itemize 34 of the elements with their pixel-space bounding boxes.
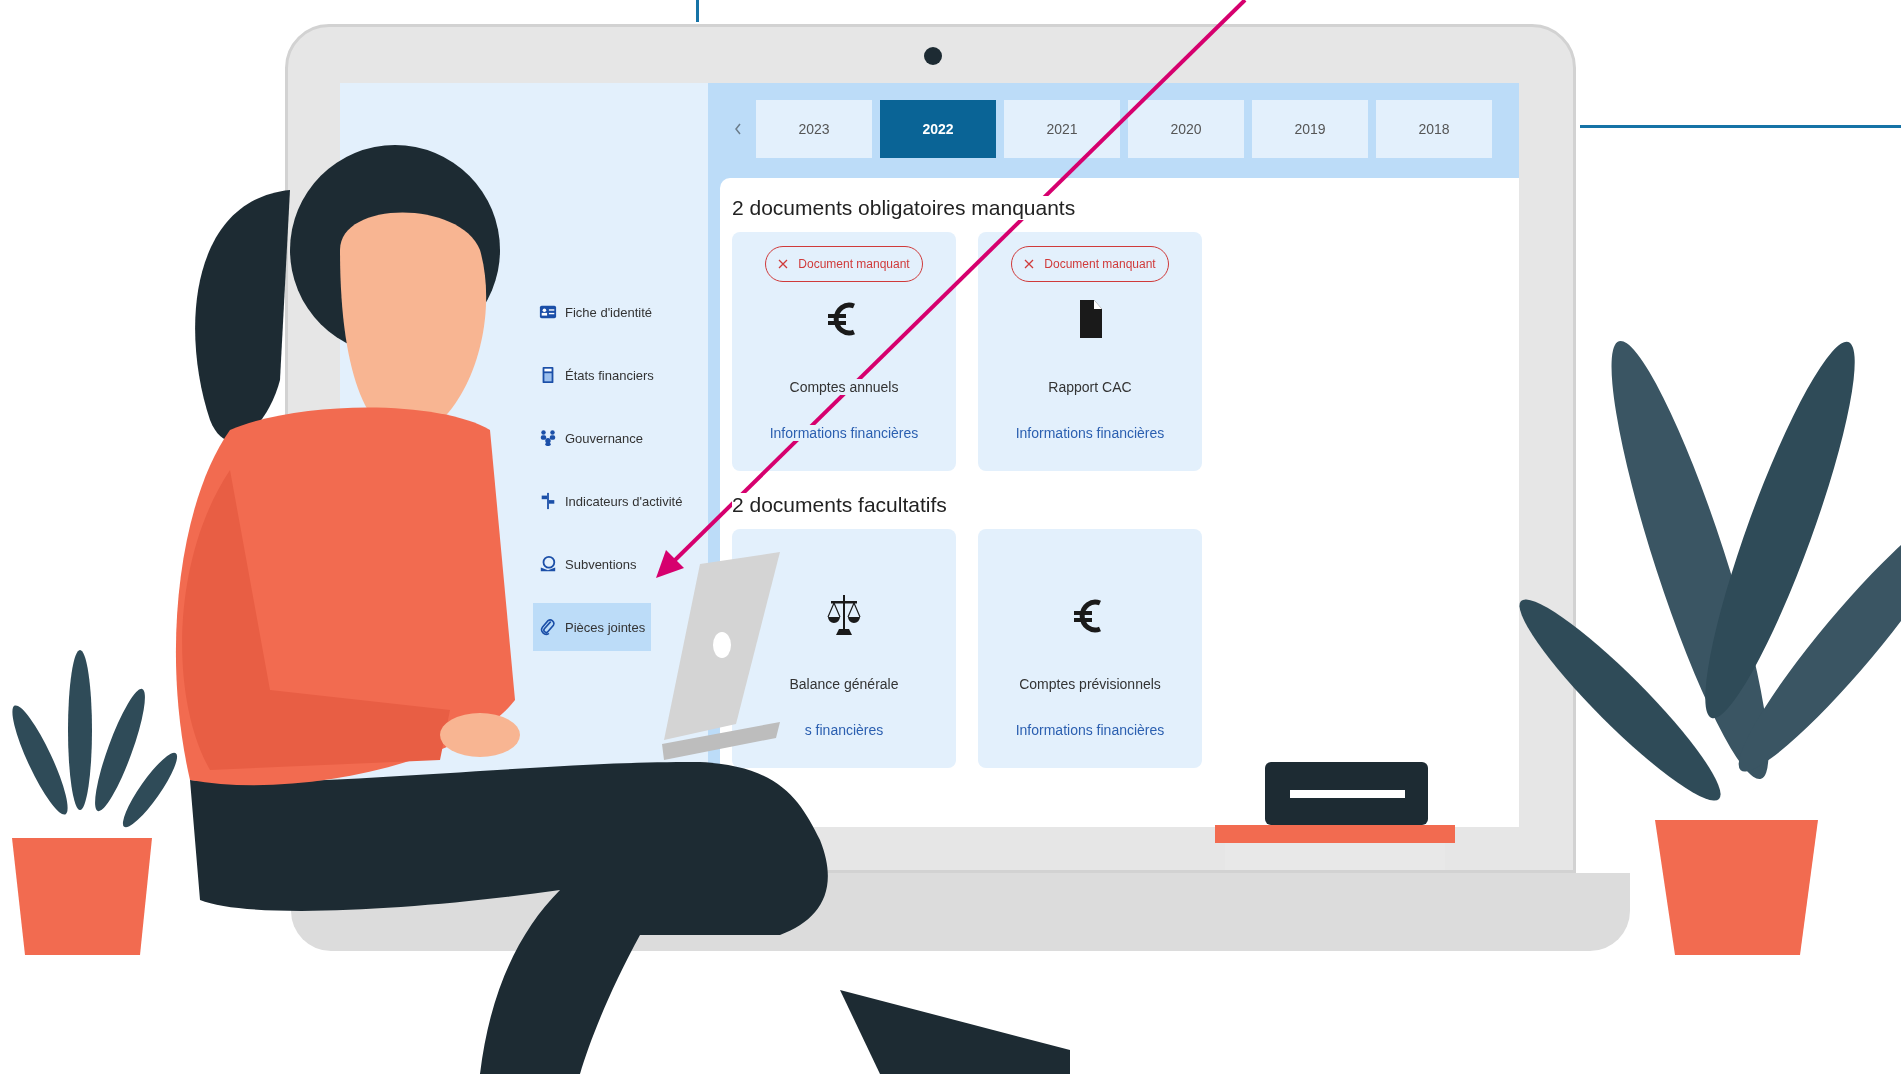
badge-label: Document manquant	[798, 257, 910, 271]
document-title: Rapport CAC	[1048, 379, 1132, 395]
document-title: Comptes annuels	[789, 379, 899, 395]
year-tab[interactable]: 2018	[1376, 100, 1492, 158]
sidebar-item[interactable]: États financiers	[533, 351, 660, 399]
document-card[interactable]: Document manquant Rapport CAC Informations financières	[978, 232, 1202, 471]
sidebar-item[interactable]: Fiche d'identité	[533, 288, 659, 336]
document-title: Comptes prévisionnels	[1019, 676, 1161, 692]
document-card[interactable]: Document manquant Comptes annuels Informations financières	[732, 232, 956, 471]
sidebar-icon	[539, 429, 557, 447]
sidebar-item[interactable]: Indicateurs d'activité	[533, 477, 689, 525]
sidebar-icon	[539, 555, 557, 573]
category-link[interactable]: s financières	[804, 722, 884, 738]
year-tab[interactable]: 2022	[880, 100, 996, 158]
badge-label: Document manquant	[1044, 257, 1156, 271]
document-title: Balance générale	[789, 676, 899, 692]
category-link[interactable]: Informations financières	[1015, 722, 1165, 738]
sidebar-item[interactable]: Pièces jointes	[533, 603, 652, 651]
year-tab[interactable]: 2023	[756, 100, 872, 158]
year-tab[interactable]: 2020	[1128, 100, 1244, 158]
close-icon	[1024, 258, 1035, 270]
year-tab[interactable]: 2019	[1252, 100, 1368, 158]
close-icon	[778, 258, 789, 270]
sidebar-item[interactable]: Gouvernance	[533, 414, 650, 462]
sidebar-icon	[539, 492, 557, 510]
category-link[interactable]: Informations financières	[769, 425, 919, 441]
document-card[interactable]: Balance générale s financières	[732, 529, 956, 768]
camera-icon	[924, 47, 942, 65]
sidebar-icon	[539, 618, 557, 636]
sidebar-icon	[539, 303, 557, 321]
document-card[interactable]: Comptes prévisionnels Informations financières	[978, 529, 1202, 768]
category-link[interactable]: Informations financières	[1015, 425, 1165, 441]
year-tab[interactable]: 2021	[1004, 100, 1120, 158]
sidebar-item[interactable]: Subventions	[533, 540, 643, 588]
